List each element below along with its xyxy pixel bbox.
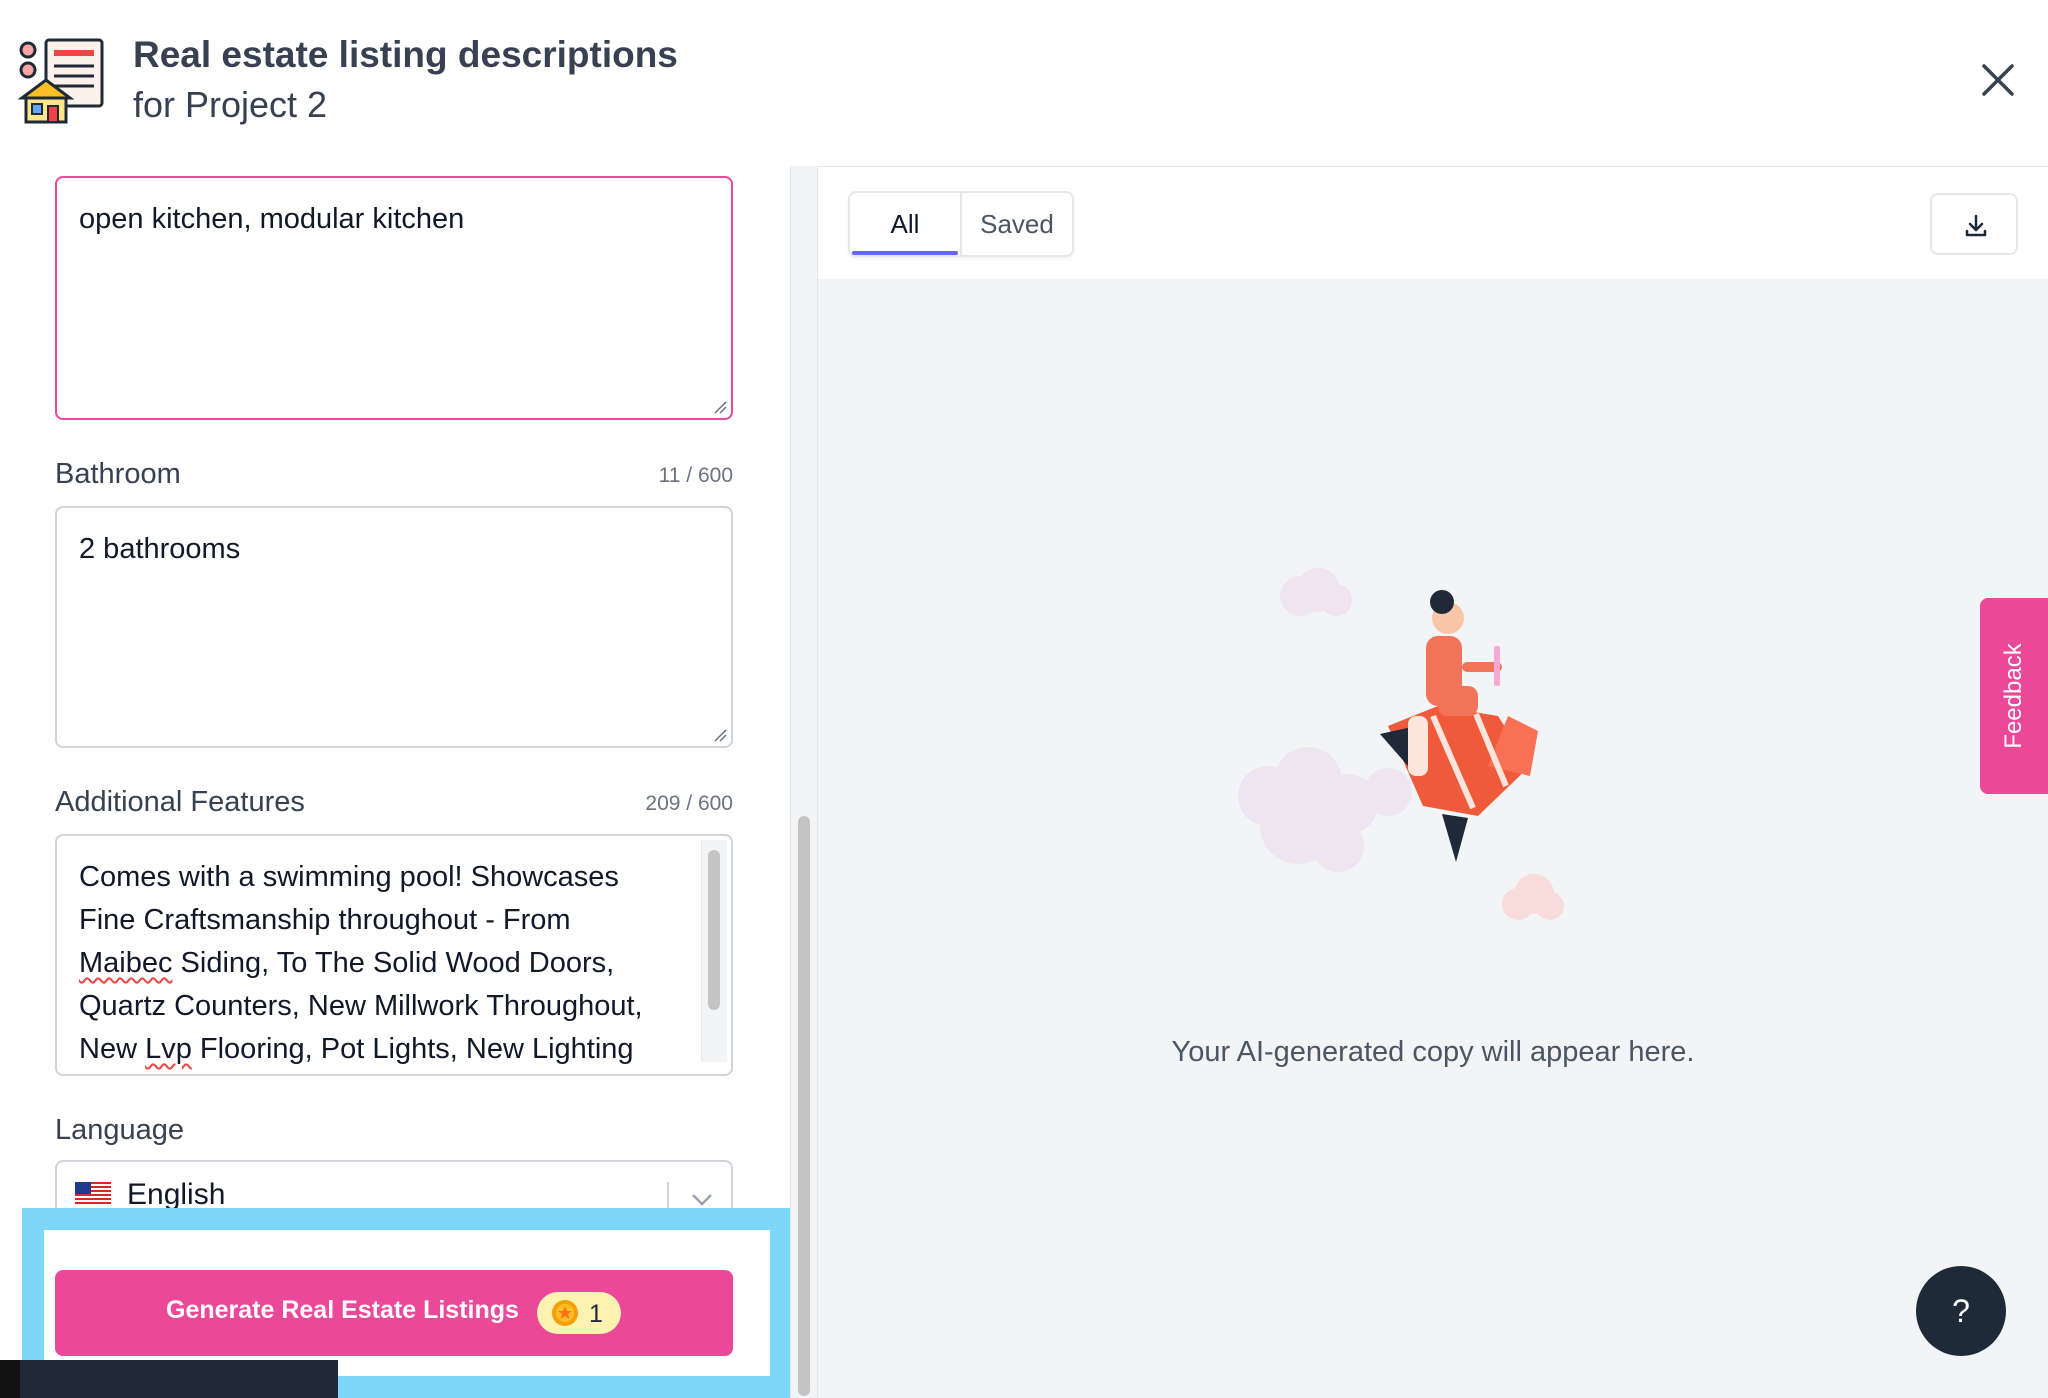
language-value: English	[127, 1178, 226, 1211]
feedback-label: Feedback	[2000, 643, 2027, 749]
results-toolbar: All Saved	[818, 166, 2048, 279]
feedback-tab[interactable]: Feedback	[1980, 598, 2048, 794]
exhaust-cloud	[1238, 747, 1412, 872]
results-panel: All Saved Your AI-generated copy will ap…	[818, 166, 2048, 1398]
kitchen-text: open kitchen, modular kitchen	[79, 203, 465, 235]
modal-header: Real estate listing descriptions for Pro…	[0, 0, 2048, 166]
coin-icon	[552, 1300, 578, 1326]
rocket-rider-illustration	[1238, 568, 1564, 920]
tab-all[interactable]: All	[850, 193, 962, 255]
bathroom-textarea[interactable]: 2 bathrooms	[55, 506, 733, 748]
project-subtitle: for Project 2	[133, 84, 328, 125]
results-tabs: All Saved	[848, 191, 1074, 257]
features-line: Comes with a swimming pool! Showcases	[79, 861, 619, 893]
real-estate-listing-icon	[18, 38, 104, 124]
panel-scroll-thumb[interactable]	[798, 816, 810, 1396]
kitchen-textarea[interactable]: open kitchen, modular kitchen	[55, 176, 733, 420]
credit-count: 1	[589, 1300, 603, 1328]
help-button[interactable]: ?	[1916, 1266, 2006, 1356]
tab-saved[interactable]: Saved	[962, 193, 1072, 255]
resize-grip-icon[interactable]	[713, 400, 727, 414]
bathroom-text: 2 bathrooms	[79, 533, 241, 565]
features-line: Quartz Counters, New Millwork Throughout…	[79, 990, 643, 1022]
page-title: Real estate listing descriptions	[133, 34, 678, 75]
download-icon	[1965, 214, 1987, 237]
cloud-top	[1280, 568, 1352, 616]
bathroom-counter: 11 / 600	[658, 464, 733, 487]
empty-state-message: Your AI-generated copy will appear here.	[1171, 1036, 1695, 1068]
generate-button[interactable]: Generate Real Estate Listings 1	[55, 1270, 733, 1356]
additional-features-counter: 209 / 600	[645, 792, 733, 815]
textarea-scroll-thumb[interactable]	[708, 850, 720, 1010]
resize-grip-icon[interactable]	[713, 728, 727, 742]
additional-features-label: Additional Features	[55, 786, 305, 818]
misspelled-word: Lvp	[145, 1033, 192, 1065]
close-icon[interactable]	[1978, 60, 2018, 100]
generate-button-label: Generate Real Estate Listings	[166, 1296, 519, 1324]
language-label: Language	[55, 1114, 185, 1146]
textarea-scrollbar[interactable]	[701, 840, 727, 1062]
features-line: Fine Craftsmanship throughout - From	[79, 904, 571, 936]
download-button[interactable]	[1930, 193, 2018, 255]
features-line: New Lvp Flooring, Pot Lights, New Lighti…	[79, 1033, 634, 1065]
taskbar-edge	[0, 1360, 20, 1398]
additional-features-textarea[interactable]: Comes with a swimming pool! Showcases Fi…	[55, 834, 733, 1076]
bathroom-label: Bathroom	[55, 458, 181, 490]
taskbar-strip	[0, 1360, 338, 1398]
credit-badge: 1	[537, 1292, 621, 1334]
features-line: Maibec Siding, To The Solid Wood Doors,	[79, 947, 615, 979]
misspelled-word: Maibec	[79, 947, 173, 979]
help-icon: ?	[1952, 1293, 1970, 1329]
us-flag-icon	[75, 1182, 111, 1206]
cloud-bottom	[1502, 874, 1564, 920]
